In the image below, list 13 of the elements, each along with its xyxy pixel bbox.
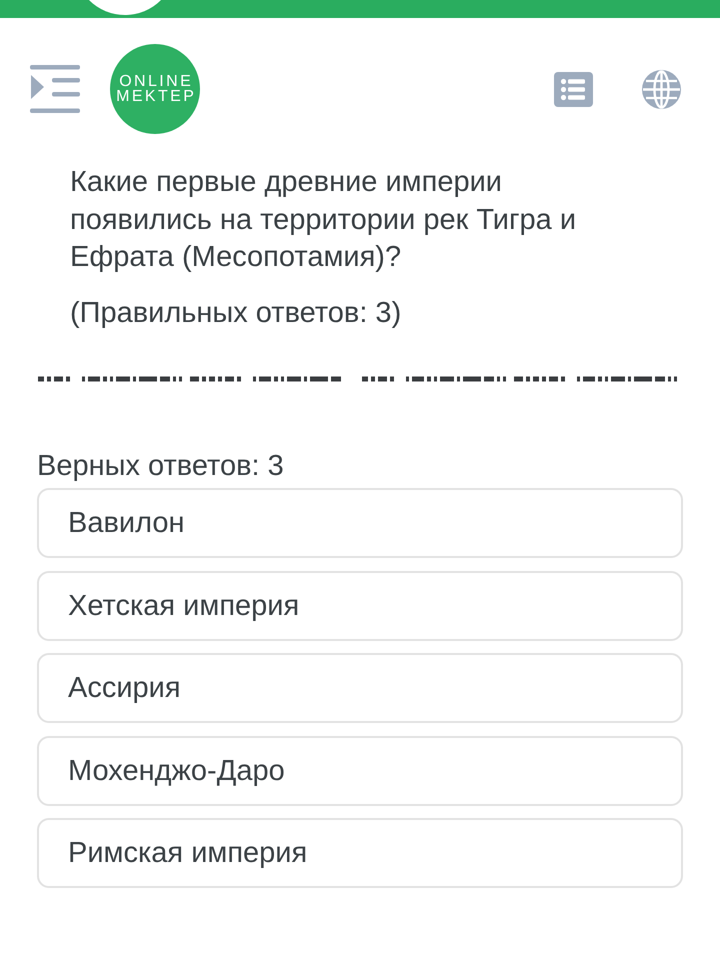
answer-option[interactable]: Вавилон: [37, 488, 683, 558]
answer-option[interactable]: Мохенджо-Даро: [37, 736, 683, 806]
logo-text: ONLINE: [119, 74, 194, 89]
globe-icon[interactable]: [642, 70, 681, 108]
correct-answers-label: Верных ответов: 3: [37, 449, 285, 484]
logo-text: MEKTEP: [116, 89, 196, 104]
question-text: Какие первые древние империи появились на территории рек Тигра и Ефрата (Месопотамия)?: [70, 165, 578, 275]
correct-count-hint: (Правильных ответов: 3): [70, 296, 402, 330]
answer-option[interactable]: Ассирия: [37, 653, 683, 723]
answer-option[interactable]: Римская империя: [37, 818, 683, 888]
list-icon[interactable]: [554, 72, 593, 106]
menu-indent-icon[interactable]: [30, 65, 80, 113]
answer-option[interactable]: Хетская империя: [37, 570, 683, 640]
